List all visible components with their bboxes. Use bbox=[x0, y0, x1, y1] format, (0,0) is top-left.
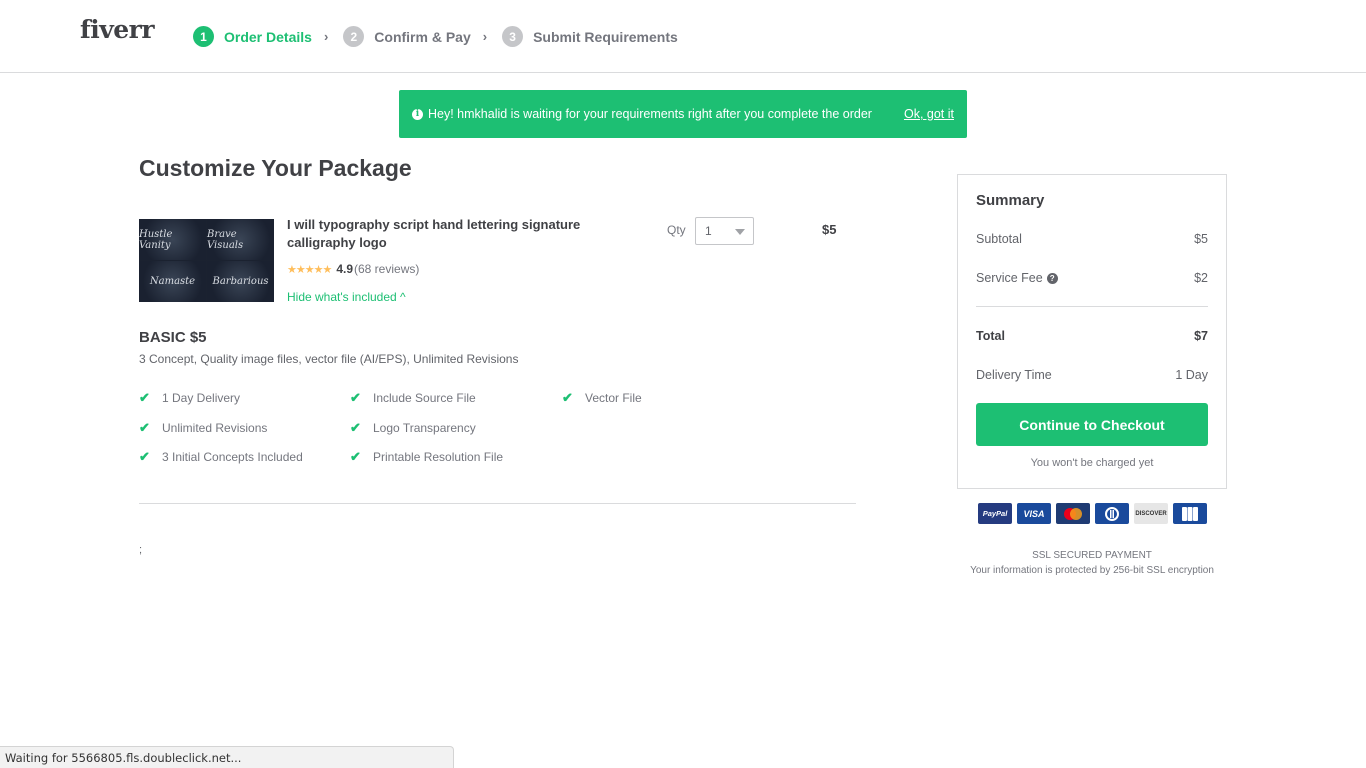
total-row: Total $7 bbox=[976, 329, 1208, 343]
checkmark-icon: ✔ bbox=[350, 449, 361, 464]
thumbnail-tile: Hustle Vanity bbox=[139, 219, 206, 260]
discover-icon: DISCOVER bbox=[1134, 503, 1168, 524]
step-number: 1 bbox=[193, 26, 214, 47]
ssl-note: Your information is protected by 256-bit… bbox=[970, 565, 1214, 576]
feature-label: Logo Transparency bbox=[373, 421, 476, 435]
quantity-value: 1 bbox=[705, 224, 712, 238]
order-summary-panel: Summary Subtotal $5 Service Fee? $2 Tota… bbox=[957, 174, 1227, 489]
thumbnail-tile: Namaste bbox=[139, 261, 206, 302]
feature-label: Unlimited Revisions bbox=[162, 421, 268, 435]
stray-text: ; bbox=[139, 544, 143, 556]
step-label: Confirm & Pay bbox=[374, 28, 471, 45]
total-label: Total bbox=[976, 329, 1005, 343]
visa-icon: VISA bbox=[1017, 503, 1051, 524]
step-label: Order Details bbox=[224, 28, 312, 45]
feature-item: ✔ 1 Day Delivery bbox=[139, 390, 240, 406]
step-label: Submit Requirements bbox=[533, 28, 678, 45]
requirements-notice-banner: i Hey! hmkhalid is waiting for your requ… bbox=[399, 90, 967, 138]
fiverr-logo[interactable]: fiverr bbox=[80, 15, 155, 44]
checkout-steps: 1 Order Details › 2 Confirm & Pay › 3 Su… bbox=[193, 26, 678, 47]
page-title: Customize Your Package bbox=[139, 155, 412, 181]
star-rating-icon: ★★★★★ bbox=[287, 263, 332, 276]
total-value: $7 bbox=[1194, 329, 1208, 343]
feature-item: ✔ Unlimited Revisions bbox=[139, 420, 267, 436]
browser-status-bar: Waiting for 5566805.fls.doubleclick.net.… bbox=[0, 746, 454, 768]
summary-divider bbox=[976, 306, 1208, 307]
gig-thumbnail[interactable]: Hustle Vanity Brave Visuals Namaste Barb… bbox=[139, 219, 274, 302]
service-fee-row: Service Fee? $2 bbox=[976, 271, 1208, 285]
subtotal-value: $5 bbox=[1194, 232, 1208, 246]
subtotal-row: Subtotal $5 bbox=[976, 232, 1208, 246]
feature-item: ✔ Printable Resolution File bbox=[350, 449, 503, 465]
line-item-price: $5 bbox=[822, 222, 837, 237]
section-divider bbox=[139, 503, 856, 504]
delivery-time-value: 1 Day bbox=[1175, 368, 1208, 382]
top-header: fiverr 1 Order Details › 2 Confirm & Pay… bbox=[0, 0, 1366, 73]
feature-item: ✔ Logo Transparency bbox=[350, 420, 476, 436]
feature-item: ✔ Vector File bbox=[562, 390, 642, 406]
checkmark-icon: ✔ bbox=[139, 420, 150, 435]
step-number: 2 bbox=[343, 26, 365, 47]
dismiss-banner-link[interactable]: Ok, got it bbox=[904, 107, 954, 121]
package-name: BASIC $5 bbox=[139, 329, 207, 346]
feature-label: Vector File bbox=[585, 391, 642, 405]
package-description: 3 Concept, Quality image files, vector f… bbox=[139, 352, 519, 366]
chevron-right-icon: › bbox=[323, 29, 329, 44]
banner-message: Hey! hmkhalid is waiting for your requir… bbox=[428, 107, 872, 121]
rating-score: 4.9 bbox=[336, 262, 353, 276]
step-confirm-pay: 2 Confirm & Pay bbox=[343, 26, 471, 47]
feature-item: ✔ 3 Initial Concepts Included bbox=[139, 449, 303, 465]
qty-label: Qty bbox=[667, 223, 686, 237]
ssl-title: SSL SECURED PAYMENT bbox=[1032, 550, 1152, 561]
summary-title: Summary bbox=[976, 192, 1045, 209]
hide-included-toggle[interactable]: Hide what's included ^ bbox=[287, 290, 406, 304]
feature-label: Include Source File bbox=[373, 391, 476, 405]
service-fee-label: Service Fee bbox=[976, 271, 1043, 285]
info-icon: i bbox=[412, 108, 423, 120]
mastercard-icon bbox=[1056, 503, 1090, 524]
checkmark-icon: ✔ bbox=[562, 390, 573, 405]
gig-rating: ★★★★★ 4.9 (68 reviews) bbox=[287, 262, 419, 276]
no-charge-note: You won't be charged yet bbox=[1030, 457, 1154, 469]
thumbnail-tile: Brave Visuals bbox=[207, 219, 274, 260]
checkmark-icon: ✔ bbox=[350, 420, 361, 435]
checkmark-icon: ✔ bbox=[139, 449, 150, 464]
thumbnail-tile: Barbarious bbox=[207, 261, 274, 302]
feature-label: 1 Day Delivery bbox=[162, 391, 241, 405]
delivery-time-row: Delivery Time 1 Day bbox=[976, 368, 1208, 382]
quantity-select[interactable]: 1 bbox=[695, 217, 754, 245]
subtotal-label: Subtotal bbox=[976, 232, 1022, 246]
feature-label: 3 Initial Concepts Included bbox=[162, 450, 303, 464]
step-submit-requirements: 3 Submit Requirements bbox=[502, 26, 678, 47]
checkmark-icon: ✔ bbox=[139, 390, 150, 405]
review-count: (68 reviews) bbox=[354, 262, 420, 276]
feature-label: Printable Resolution File bbox=[373, 450, 504, 464]
gig-title[interactable]: I will typography script hand lettering … bbox=[287, 216, 627, 252]
checkmark-icon: ✔ bbox=[350, 390, 361, 405]
feature-item: ✔ Include Source File bbox=[350, 390, 476, 406]
jcb-icon bbox=[1173, 503, 1207, 524]
paypal-icon: PayPal bbox=[978, 503, 1012, 524]
continue-to-checkout-button[interactable]: Continue to Checkout bbox=[976, 403, 1208, 446]
chevron-right-icon: › bbox=[482, 29, 488, 44]
delivery-time-label: Delivery Time bbox=[976, 368, 1052, 382]
help-icon[interactable]: ? bbox=[1046, 273, 1058, 284]
payment-methods: PayPal VISA DISCOVER bbox=[978, 503, 1207, 524]
service-fee-value: $2 bbox=[1194, 271, 1208, 285]
diners-club-icon bbox=[1095, 503, 1129, 524]
dropdown-arrow-icon bbox=[735, 229, 745, 235]
step-order-details: 1 Order Details bbox=[193, 26, 312, 47]
step-number: 3 bbox=[502, 26, 524, 47]
